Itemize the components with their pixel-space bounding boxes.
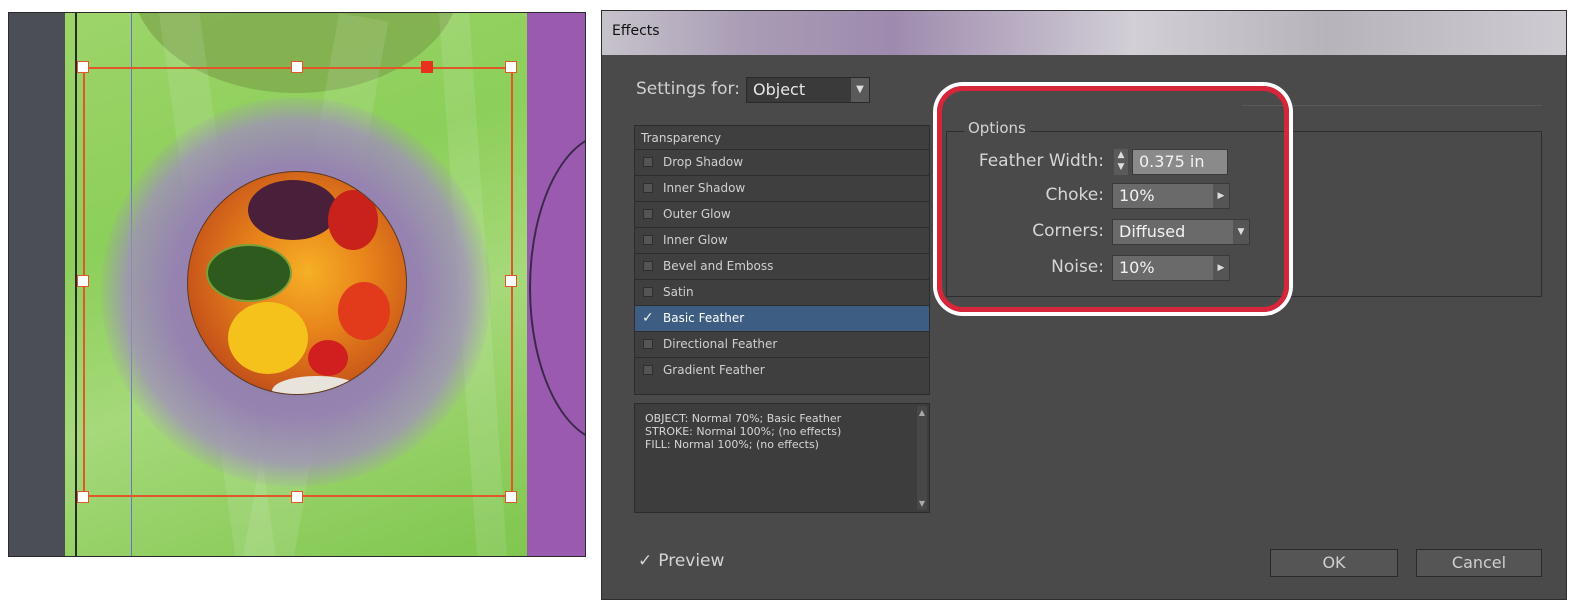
ok-button[interactable]: OK (1270, 549, 1398, 577)
content-grabber[interactable] (421, 61, 433, 73)
settings-for-select[interactable]: Object ▼ (746, 77, 870, 103)
callout-highlight-ring (937, 86, 1289, 312)
effect-label: Directional Feather (663, 337, 778, 351)
summary-line-object: OBJECT: Normal 70%; Basic Feather (645, 412, 842, 425)
effect-label: Bevel and Emboss (663, 259, 774, 273)
checkbox[interactable] (643, 235, 653, 245)
settings-for-label: Settings for: (636, 79, 740, 99)
scroll-down-icon[interactable]: ▼ (917, 497, 927, 510)
dialog-title: Effects (612, 23, 660, 39)
checkbox[interactable] (643, 339, 653, 349)
effects-dialog: Effects Settings for: Object ▼ Transpare… (601, 10, 1567, 600)
effect-item-directional-feather[interactable]: Directional Feather (635, 332, 929, 358)
effects-list: Transparency Drop Shadow Inner Shadow Ou… (634, 125, 930, 395)
effects-list-header[interactable]: Transparency (635, 126, 929, 150)
effect-item-satin[interactable]: Satin (635, 280, 929, 306)
checkbox[interactable] (643, 287, 653, 297)
checkmark-icon: ✓ (638, 551, 653, 571)
effect-item-gradient-feather[interactable]: Gradient Feather (635, 358, 929, 384)
effect-label: Inner Shadow (663, 181, 746, 195)
scroll-up-icon[interactable]: ▲ (917, 406, 927, 419)
document-canvas[interactable] (8, 12, 586, 557)
effect-label: Basic Feather (663, 311, 745, 325)
dialog-titlebar[interactable]: Effects (602, 11, 1566, 55)
effect-item-inner-shadow[interactable]: Inner Shadow (635, 176, 929, 202)
preview-checkbox[interactable]: ✓ Preview (638, 551, 724, 571)
effect-label: Satin (663, 285, 694, 299)
effect-label: Outer Glow (663, 207, 731, 221)
handle-top-right[interactable] (505, 61, 517, 73)
effect-label: Inner Glow (663, 233, 728, 247)
effect-label: Drop Shadow (663, 155, 744, 169)
effects-summary: OBJECT: Normal 70%; Basic Feather STROKE… (634, 403, 930, 513)
handle-bottom[interactable] (291, 491, 303, 503)
chevron-down-icon: ▼ (851, 78, 869, 102)
effect-item-outer-glow[interactable]: Outer Glow (635, 202, 929, 228)
effect-item-bevel-emboss[interactable]: Bevel and Emboss (635, 254, 929, 280)
settings-for-value: Object (753, 80, 806, 99)
checkbox[interactable] (643, 261, 653, 271)
effect-item-inner-glow[interactable]: Inner Glow (635, 228, 929, 254)
handle-bottom-left[interactable] (77, 491, 89, 503)
effect-label: Gradient Feather (663, 363, 765, 377)
effect-item-basic-feather[interactable]: ✓ Basic Feather (635, 306, 929, 332)
effect-item-drop-shadow[interactable]: Drop Shadow (635, 150, 929, 176)
handle-left[interactable] (77, 275, 89, 287)
summary-line-fill: FILL: Normal 100%; (no effects) (645, 438, 819, 451)
summary-line-stroke: STROKE: Normal 100%; (no effects) (645, 425, 842, 438)
handle-top[interactable] (291, 61, 303, 73)
handle-top-left[interactable] (77, 61, 89, 73)
selection-frame[interactable] (83, 67, 513, 497)
checkbox[interactable] (643, 183, 653, 193)
handle-bottom-right[interactable] (505, 491, 517, 503)
checkbox[interactable] (643, 157, 653, 167)
checkbox[interactable] (643, 365, 653, 375)
preview-label: Preview (658, 551, 725, 571)
cancel-button[interactable]: Cancel (1416, 549, 1542, 577)
checkbox[interactable] (643, 209, 653, 219)
summary-scrollbar[interactable]: ▲ ▼ (917, 406, 927, 510)
checkmark-icon[interactable]: ✓ (642, 306, 654, 331)
handle-right[interactable] (505, 275, 517, 287)
